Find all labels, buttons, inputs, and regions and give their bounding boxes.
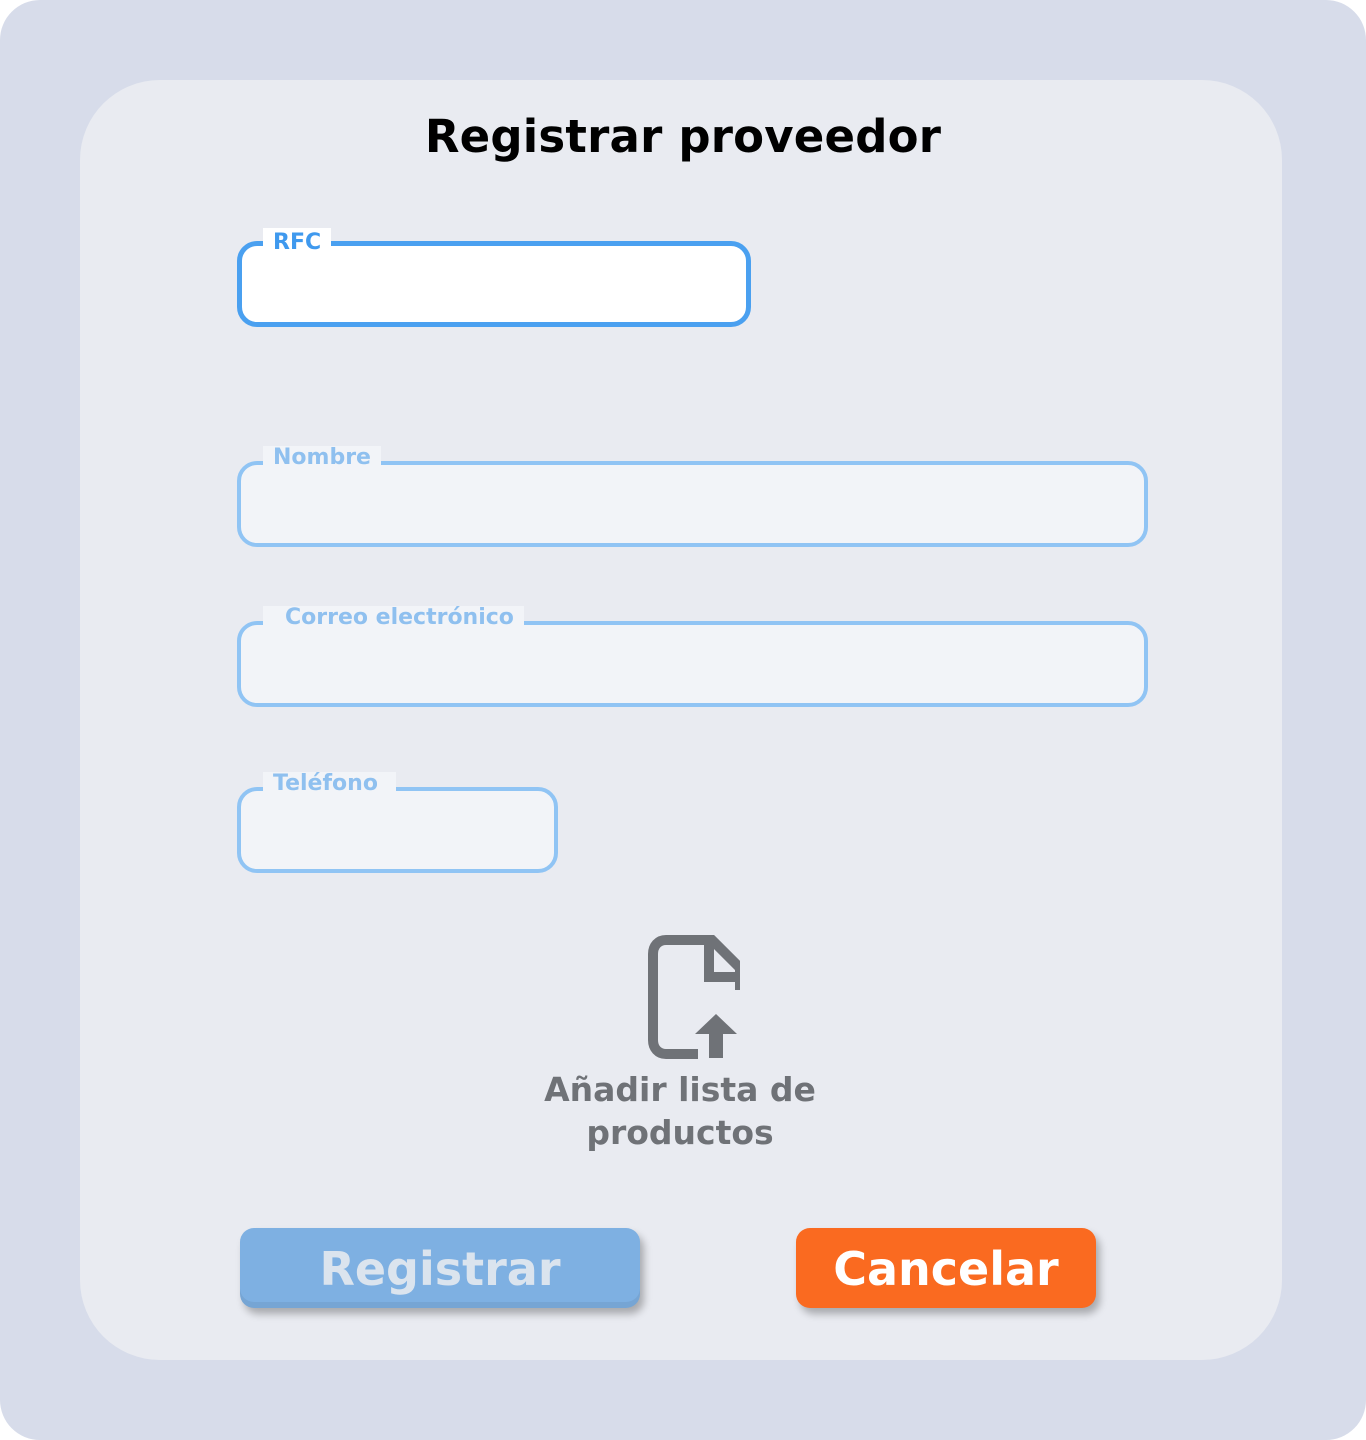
nombre-label: Nombre xyxy=(263,446,381,470)
email-label: Correo electrónico xyxy=(263,606,524,630)
upload-label-line2: productos xyxy=(586,1113,774,1152)
email-input[interactable] xyxy=(241,625,1144,703)
cancel-button[interactable]: Cancelar xyxy=(796,1228,1096,1308)
telefono-field[interactable] xyxy=(237,787,558,873)
telefono-input[interactable] xyxy=(241,791,554,869)
page-title: Registrar proveedor xyxy=(424,110,942,163)
file-upload-icon xyxy=(648,935,740,1059)
register-button[interactable]: Registrar xyxy=(240,1228,640,1308)
upload-product-list[interactable]: Añadir lista de productos xyxy=(530,930,830,1154)
upload-label-line1: Añadir lista de xyxy=(544,1070,816,1109)
email-field[interactable] xyxy=(237,621,1148,707)
rfc-label: RFC xyxy=(263,228,332,258)
nombre-field[interactable] xyxy=(237,461,1148,547)
nombre-input[interactable] xyxy=(241,465,1144,543)
telefono-label: Teléfono xyxy=(263,772,396,796)
